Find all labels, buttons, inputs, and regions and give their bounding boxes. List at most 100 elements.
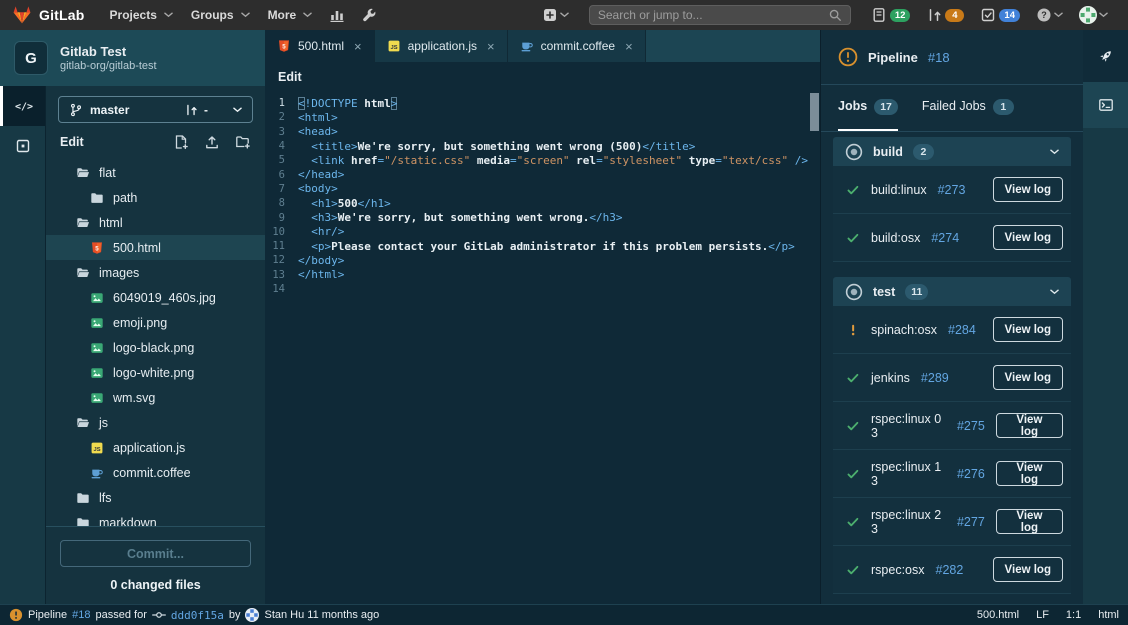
job-id-link[interactable]: #277: [957, 515, 985, 529]
close-icon[interactable]: ×: [487, 40, 495, 53]
view-log-button[interactable]: View log: [996, 413, 1063, 438]
close-icon[interactable]: ×: [625, 40, 633, 53]
code-content: <body>: [298, 182, 338, 195]
tree-item-lfs[interactable]: lfs: [46, 485, 265, 510]
tree-item-emoji-png[interactable]: emoji.png: [46, 310, 265, 335]
tree-item-label: flat: [99, 166, 116, 180]
tab-application-js[interactable]: JSapplication.js×: [375, 30, 508, 62]
job-id-link[interactable]: #282: [936, 563, 964, 577]
nav-counter-green[interactable]: 12: [863, 0, 919, 30]
upload-file-icon[interactable]: [204, 134, 220, 150]
chevron-down-icon: [1054, 12, 1063, 18]
statusbar-language[interactable]: html: [1098, 609, 1119, 621]
new-file-icon[interactable]: [173, 134, 189, 150]
tree-item-label: 500.html: [113, 241, 161, 255]
view-log-button[interactable]: View log: [993, 317, 1063, 342]
job-id-link[interactable]: #289: [921, 371, 949, 385]
new-folder-icon[interactable]: [235, 134, 251, 150]
code-line-8[interactable]: 8 <h1>500</h1>: [265, 196, 820, 210]
gitlab-logo[interactable]: GitLab: [12, 5, 85, 25]
stage-header-build[interactable]: build2: [833, 137, 1071, 166]
pipeline-id-link[interactable]: #18: [928, 50, 950, 65]
tree-item-commit-coffee[interactable]: commit.coffee: [46, 460, 265, 485]
tree-item-path[interactable]: path: [46, 185, 265, 210]
code-line-6[interactable]: 6</head>: [265, 167, 820, 181]
analytics-button[interactable]: [321, 0, 353, 30]
nav-counter-blue[interactable]: 14: [972, 0, 1028, 30]
tab-failed-jobs[interactable]: Failed Jobs1: [922, 99, 1014, 131]
tree-item-markdown[interactable]: markdown: [46, 510, 265, 526]
code-line-10[interactable]: 10 <hr/>: [265, 225, 820, 239]
project-header[interactable]: G Gitlab Test gitlab-org/gitlab-test: [0, 30, 265, 86]
plus-box-icon: [542, 7, 558, 23]
view-log-button[interactable]: View log: [993, 365, 1063, 390]
view-log-button[interactable]: View log: [993, 177, 1063, 202]
tree-item-application-js[interactable]: JSapplication.js: [46, 435, 265, 460]
nav-counter-orange[interactable]: 4: [918, 0, 972, 30]
code-line-3[interactable]: 3<head>: [265, 125, 820, 139]
statusbar-cursor-position[interactable]: 1:1: [1066, 609, 1081, 621]
tree-item-js[interactable]: js: [46, 410, 265, 435]
code-line-11[interactable]: 11 <p>Please contact your GitLab adminis…: [265, 239, 820, 253]
code-line-5[interactable]: 5 <link href="/static.css" media="screen…: [265, 153, 820, 167]
statusbar-line-ending[interactable]: LF: [1036, 609, 1049, 621]
job-id-link[interactable]: #276: [957, 467, 985, 481]
tree-item-flat[interactable]: flat: [46, 160, 265, 185]
help-menu-button[interactable]: ?: [1028, 0, 1071, 30]
code-line-1[interactable]: 1<!DOCTYPE html>: [265, 96, 820, 110]
code-line-4[interactable]: 4 <title>We're sorry, but something went…: [265, 139, 820, 153]
edit-mode-button[interactable]: </>: [0, 86, 45, 126]
tab-commit-coffee[interactable]: commit.coffee×: [508, 30, 646, 62]
terminal-rail-button[interactable]: [1083, 82, 1128, 128]
code-line-7[interactable]: 7<body>: [265, 182, 820, 196]
code-content: <p>Please contact your GitLab administra…: [298, 240, 795, 253]
editor-mode-tab[interactable]: Edit: [265, 62, 820, 92]
stage-header-test[interactable]: test11: [833, 277, 1071, 306]
statusbar-pipeline-id[interactable]: #18: [72, 609, 90, 621]
tree-item-html[interactable]: html: [46, 210, 265, 235]
job-id-link[interactable]: #274: [931, 231, 959, 245]
job-id-link[interactable]: #275: [957, 419, 985, 433]
job-id-link[interactable]: #273: [938, 183, 966, 197]
line-number: 7: [265, 183, 298, 195]
admin-button[interactable]: [353, 0, 385, 30]
review-mode-button[interactable]: [0, 126, 45, 166]
tree-item-images[interactable]: images: [46, 260, 265, 285]
tree-item-wm-svg[interactable]: wm.svg: [46, 385, 265, 410]
image-file-icon: [90, 391, 104, 405]
svg-text:?: ?: [1041, 10, 1047, 20]
view-log-button[interactable]: View log: [996, 461, 1063, 486]
tab-500-html[interactable]: 5500.html×: [265, 30, 375, 62]
tree-item-500-html[interactable]: 5500.html: [46, 235, 265, 260]
user-menu-button[interactable]: [1071, 0, 1116, 30]
view-log-button[interactable]: View log: [993, 225, 1063, 250]
new-menu-button[interactable]: [534, 0, 577, 30]
tab-jobs[interactable]: Jobs17: [838, 99, 898, 131]
nav-menu-groups[interactable]: Groups: [182, 0, 259, 30]
branch-selector[interactable]: master -: [58, 96, 253, 123]
job-name: jenkins: [871, 371, 910, 385]
editor-scrollbar[interactable]: [810, 93, 819, 131]
view-log-button[interactable]: View log: [993, 557, 1063, 582]
commit-button[interactable]: Commit...: [60, 540, 251, 567]
view-log-button[interactable]: View log: [996, 509, 1063, 534]
code-line-2[interactable]: 2<html>: [265, 110, 820, 124]
svg-text:JS: JS: [390, 45, 397, 51]
code-line-12[interactable]: 12</body>: [265, 253, 820, 267]
pipelines-rail-button[interactable]: [1083, 30, 1128, 82]
tree-item-6049019-460s-jpg[interactable]: 6049019_460s.jpg: [46, 285, 265, 310]
tree-item-logo-black-png[interactable]: logo-black.png: [46, 335, 265, 360]
code-line-13[interactable]: 13</html>: [265, 268, 820, 282]
nav-menu-more[interactable]: More: [259, 0, 322, 30]
code-editor[interactable]: 1<!DOCTYPE html>2<html>3<head>4 <title>W…: [265, 92, 820, 604]
code-line-9[interactable]: 9 <h3>We're sorry, but something went wr…: [265, 210, 820, 224]
search-input[interactable]: Search or jump to...: [589, 5, 851, 25]
code-line-14[interactable]: 14: [265, 282, 820, 296]
tree-item-logo-white-png[interactable]: logo-white.png: [46, 360, 265, 385]
statusbar-file-name[interactable]: 500.html: [977, 609, 1019, 621]
close-icon[interactable]: ×: [354, 40, 362, 53]
statusbar-commit-sha[interactable]: ddd0f15a: [171, 609, 224, 622]
job-id-link[interactable]: #284: [948, 323, 976, 337]
nav-menu-projects[interactable]: Projects: [101, 0, 182, 30]
ide-sidebar: G Gitlab Test gitlab-org/gitlab-test </>: [0, 30, 265, 604]
